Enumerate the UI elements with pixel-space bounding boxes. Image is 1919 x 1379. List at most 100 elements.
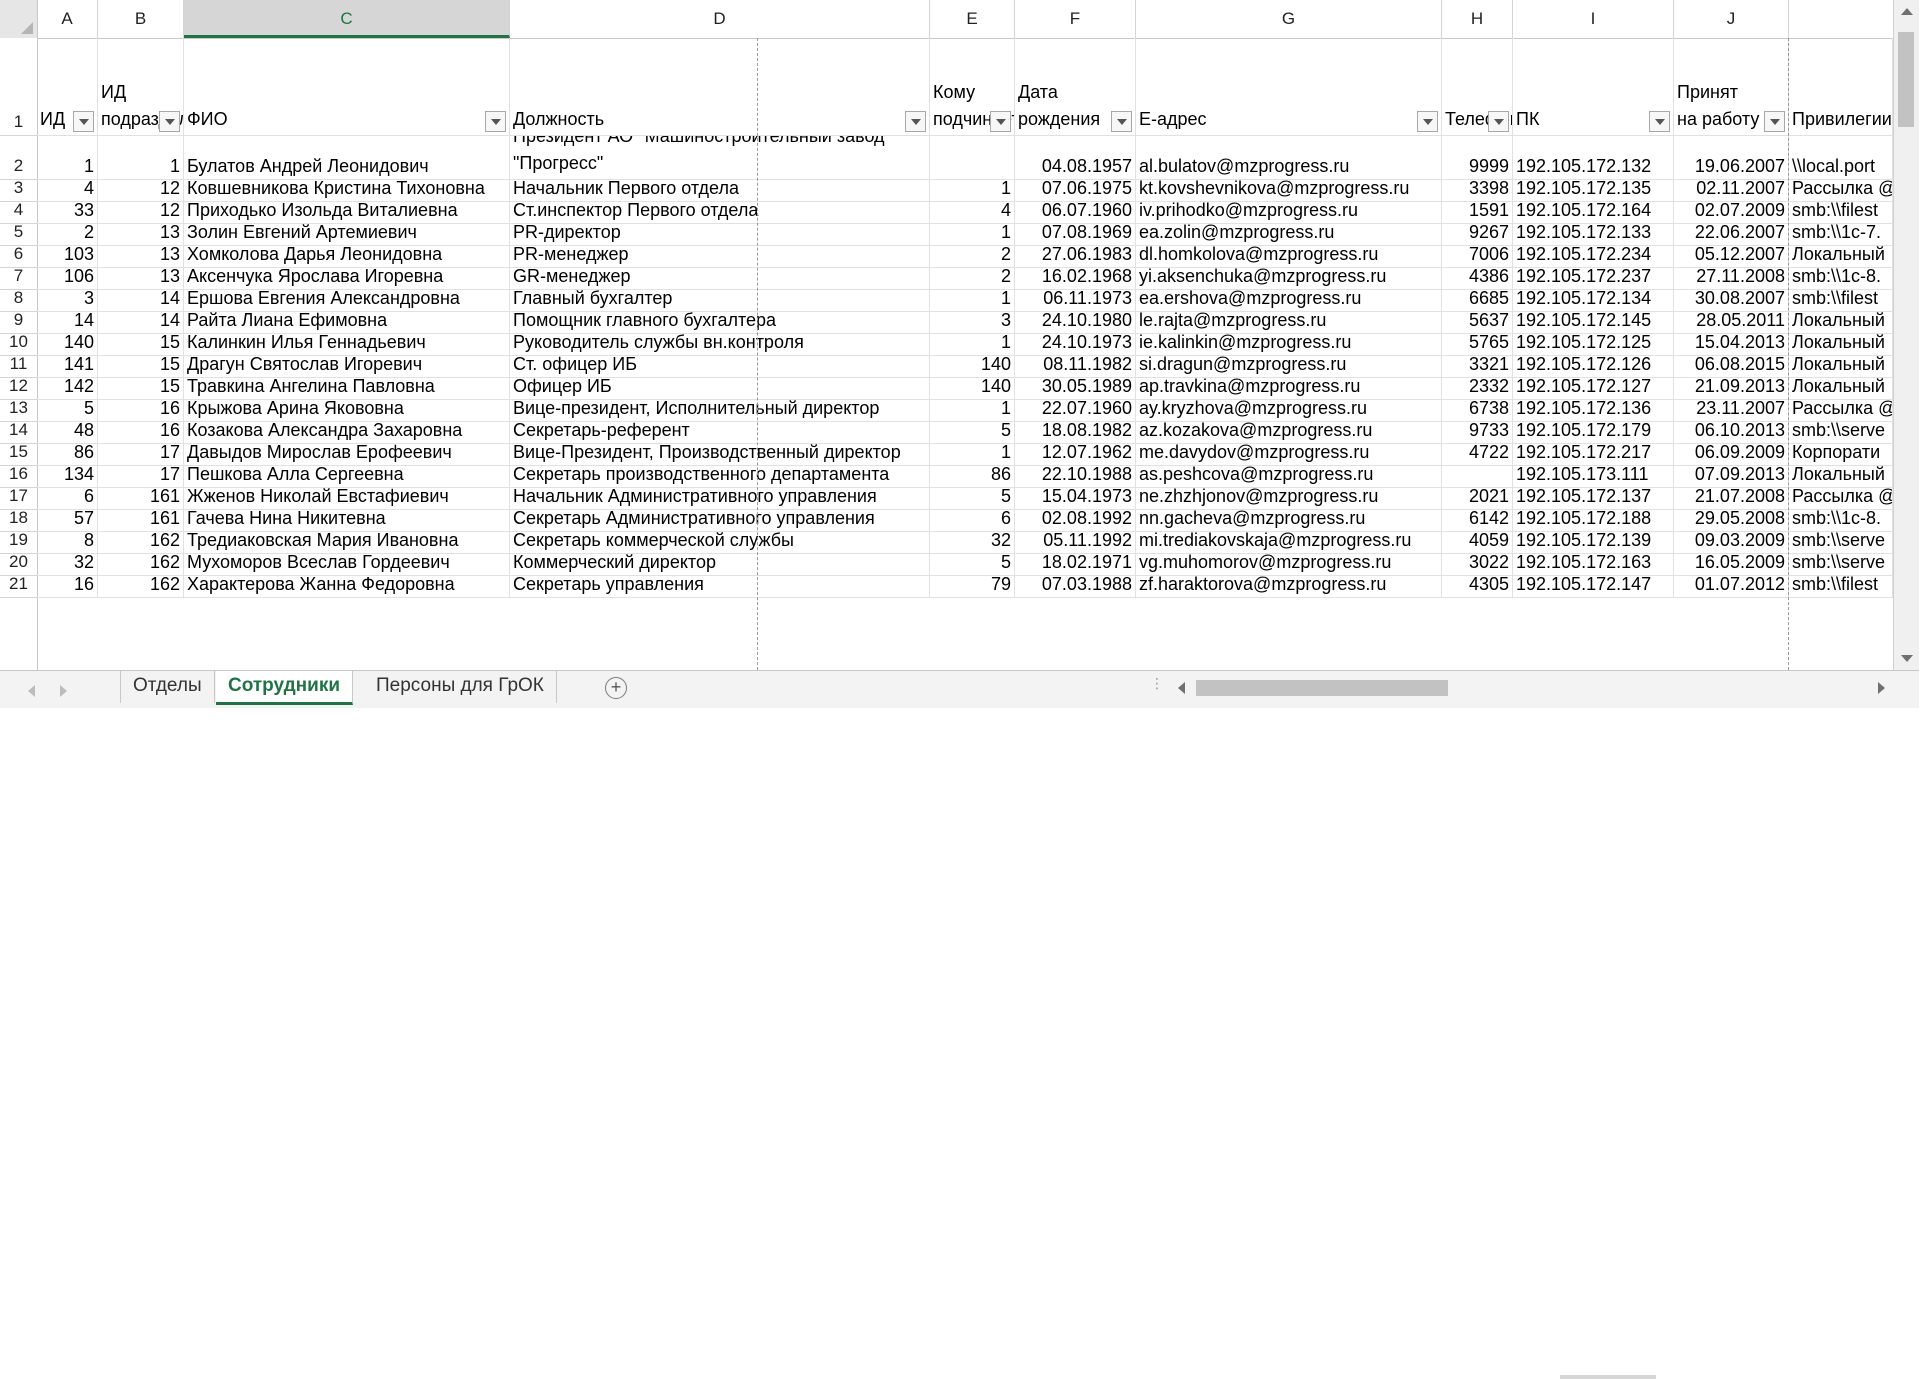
filter-dropdown-icon[interactable] [73, 111, 94, 132]
table-cell[interactable]: 16 [37, 576, 98, 598]
vertical-scrollbar[interactable] [1893, 0, 1919, 670]
table-cell[interactable]: 4386 [1442, 268, 1513, 290]
header-cell[interactable]: Дата рождения [1015, 38, 1136, 136]
table-cell[interactable]: Гачева Нина Никитевна [184, 510, 510, 532]
table-cell[interactable]: Ковшевникова Кристина Тихоновна [184, 180, 510, 202]
table-cell[interactable]: 2332 [1442, 378, 1513, 400]
table-cell[interactable]: 3 [37, 290, 98, 312]
table-cell[interactable]: 2021 [1442, 488, 1513, 510]
row-header[interactable]: 10 [0, 332, 37, 356]
table-cell[interactable]: ap.travkina@mzprogress.ru [1136, 378, 1442, 400]
header-cell[interactable]: Должность [510, 38, 930, 136]
column-header-e[interactable]: E [930, 0, 1015, 38]
table-cell[interactable]: az.kozakova@mzprogress.ru [1136, 422, 1442, 444]
add-sheet-button[interactable]: + [605, 677, 627, 699]
table-cell[interactable]: Секретарь Административного управления [510, 510, 930, 532]
table-cell[interactable]: smb:\\1c-7. [1789, 224, 1893, 246]
table-cell[interactable]: ay.kryzhova@mzprogress.ru [1136, 400, 1442, 422]
table-cell[interactable]: 192.105.172.234 [1513, 246, 1674, 268]
table-cell[interactable]: 5637 [1442, 312, 1513, 334]
row-header[interactable]: 18 [0, 508, 37, 532]
table-cell[interactable]: Локальный [1789, 356, 1893, 378]
table-cell[interactable]: 161 [98, 510, 184, 532]
table-cell[interactable]: Травкина Ангелина Павловна [184, 378, 510, 400]
header-cell[interactable]: ФИО [184, 38, 510, 136]
table-cell[interactable]: Мухоморов Всеслав Гордеевич [184, 554, 510, 576]
prev-sheet-icon[interactable] [28, 685, 35, 697]
table-cell[interactable]: 1 [930, 400, 1015, 422]
table-cell[interactable]: si.dragun@mzprogress.ru [1136, 356, 1442, 378]
horizontal-scroll-thumb[interactable] [1196, 680, 1448, 696]
row-header[interactable]: 7 [0, 266, 37, 290]
table-cell[interactable]: Секретарь коммерческой службы [510, 532, 930, 554]
column-header-a[interactable]: A [37, 0, 98, 38]
table-cell[interactable]: Корпорати [1789, 444, 1893, 466]
table-cell[interactable]: smb:\\1c-8. [1789, 268, 1893, 290]
table-cell[interactable]: 14 [98, 312, 184, 334]
sheet-tab-persony[interactable]: Персоны для ГрОК [364, 671, 557, 703]
filter-dropdown-icon[interactable] [1649, 111, 1670, 132]
table-cell[interactable]: Крыжова Арина Якововна [184, 400, 510, 422]
table-cell[interactable]: 27.06.1983 [1015, 246, 1136, 268]
table-cell[interactable]: smb:\\filest [1789, 202, 1893, 224]
filter-dropdown-icon[interactable] [159, 111, 180, 132]
header-cell[interactable]: ИД подразделения [98, 38, 184, 136]
row-header[interactable]: 19 [0, 530, 37, 554]
table-cell[interactable]: Хомколова Дарья Леонидовна [184, 246, 510, 268]
table-cell[interactable]: 192.105.172.217 [1513, 444, 1674, 466]
column-header-i[interactable]: I [1513, 0, 1674, 38]
select-all-button[interactable] [0, 0, 38, 38]
table-cell[interactable]: Вице-Президент, Производственный директо… [510, 444, 930, 466]
row-header[interactable]: 11 [0, 354, 37, 378]
table-cell[interactable]: nn.gacheva@mzprogress.ru [1136, 510, 1442, 532]
table-cell[interactable]: Локальный [1789, 246, 1893, 268]
filter-dropdown-icon[interactable] [990, 111, 1011, 132]
table-cell[interactable]: 21.09.2013 [1674, 378, 1789, 400]
table-cell[interactable]: 192.105.172.139 [1513, 532, 1674, 554]
table-cell[interactable]: 86 [37, 444, 98, 466]
table-cell[interactable]: 05.11.1992 [1015, 532, 1136, 554]
table-cell[interactable]: 4722 [1442, 444, 1513, 466]
table-cell[interactable]: 192.105.172.134 [1513, 290, 1674, 312]
table-cell[interactable]: 192.105.172.136 [1513, 400, 1674, 422]
table-cell[interactable]: 16 [98, 422, 184, 444]
table-cell[interactable]: 28.05.2011 [1674, 312, 1789, 334]
table-cell[interactable]: 15 [98, 378, 184, 400]
table-cell[interactable]: 5 [37, 400, 98, 422]
table-cell[interactable]: 106 [37, 268, 98, 290]
header-cell[interactable]: Привилегии [1789, 38, 1893, 136]
column-header-b[interactable]: B [98, 0, 184, 38]
table-cell[interactable]: ea.zolin@mzprogress.ru [1136, 224, 1442, 246]
table-cell[interactable]: 17 [98, 444, 184, 466]
table-cell[interactable]: 192.105.172.237 [1513, 268, 1674, 290]
row-header[interactable]: 21 [0, 574, 37, 598]
table-cell[interactable]: 07.06.1975 [1015, 180, 1136, 202]
filter-dropdown-icon[interactable] [1488, 111, 1509, 132]
column-header-g[interactable]: G [1136, 0, 1442, 38]
table-cell[interactable]: 192.105.172.179 [1513, 422, 1674, 444]
table-cell[interactable]: 18.02.1971 [1015, 554, 1136, 576]
horizontal-scrollbar[interactable] [1170, 676, 1893, 700]
table-cell[interactable]: 15 [98, 356, 184, 378]
table-cell[interactable]: mi.trediakovskaja@mzprogress.ru [1136, 532, 1442, 554]
table-cell[interactable]: 06.10.2013 [1674, 422, 1789, 444]
next-sheet-icon[interactable] [60, 685, 67, 697]
table-cell[interactable]: 192.105.172.137 [1513, 488, 1674, 510]
row-header[interactable]: 3 [0, 178, 37, 202]
filter-dropdown-icon[interactable] [1417, 111, 1438, 132]
table-cell[interactable]: 1 [98, 136, 184, 180]
row-header-1[interactable]: 1 [0, 38, 37, 136]
sheet-tab-otdely[interactable]: Отделы [120, 671, 215, 703]
table-cell[interactable]: 192.105.172.188 [1513, 510, 1674, 532]
row-header[interactable]: 12 [0, 376, 37, 400]
table-cell[interactable]: Булатов Андрей Леонидович [184, 136, 510, 180]
table-cell[interactable]: 23.11.2007 [1674, 400, 1789, 422]
table-cell[interactable]: Райта Лиана Ефимовна [184, 312, 510, 334]
table-cell[interactable]: 6 [930, 510, 1015, 532]
table-cell[interactable]: 3398 [1442, 180, 1513, 202]
table-cell[interactable]: 22.10.1988 [1015, 466, 1136, 488]
table-cell[interactable]: 2 [930, 268, 1015, 290]
table-cell[interactable]: 192.105.172.132 [1513, 136, 1674, 180]
table-cell[interactable]: ne.zhzhjonov@mzprogress.ru [1136, 488, 1442, 510]
table-cell[interactable]: 192.105.172.147 [1513, 576, 1674, 598]
